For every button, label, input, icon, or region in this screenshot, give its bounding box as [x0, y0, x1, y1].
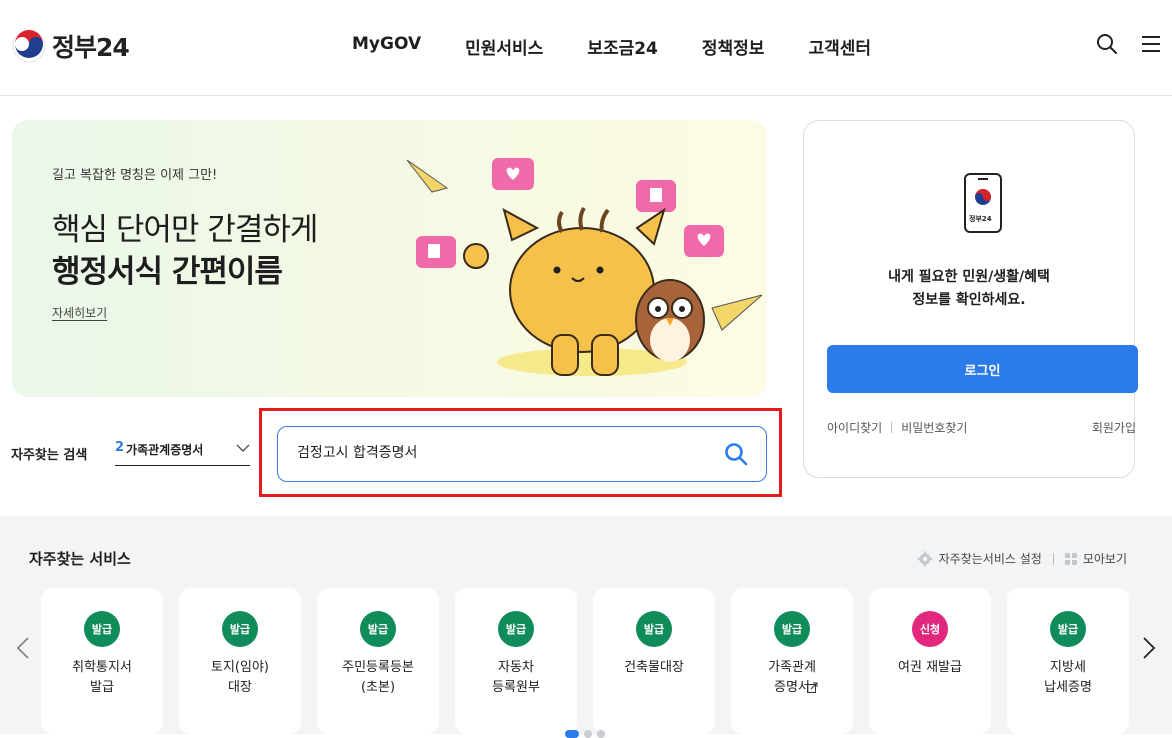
page-dot-active[interactable] — [565, 730, 579, 738]
service-card-vehicle-register[interactable]: 발급 자동차 등록원부 — [455, 588, 577, 734]
issue-badge: 발급 — [636, 611, 672, 647]
login-button[interactable]: 로그인 — [827, 345, 1138, 393]
external-link-icon — [807, 682, 818, 693]
frequent-search-term: 가족관계증명서 — [126, 443, 204, 457]
chevron-down-icon — [236, 444, 250, 452]
service-settings-button[interactable]: 자주찾는서비스 설정 — [917, 550, 1042, 567]
nav-subsidy24[interactable]: 보조금24 — [587, 34, 658, 59]
settings-label: 자주찾는서비스 설정 — [938, 552, 1042, 566]
service-card-resident-registration[interactable]: 발급 주민등록등본 (초본) — [317, 588, 439, 734]
divider — [1052, 552, 1054, 565]
rank-number: 2 — [115, 440, 125, 455]
page-dot[interactable] — [584, 730, 592, 738]
service-name: 건축물대장 — [624, 660, 684, 675]
carousel-pagination — [565, 730, 605, 738]
issue-badge: 발급 — [360, 611, 396, 647]
view-all-label: 모아보기 — [1082, 552, 1127, 566]
main-nav: MyGOV 민원서비스 보조금24 정책정보 고객센터 — [330, 34, 893, 59]
service-card-family-certificate[interactable]: 발급 가족관계 증명서 — [731, 588, 853, 734]
frequent-search-dropdown[interactable]: 2 가족관계증명서 — [115, 440, 250, 466]
view-all-button[interactable]: 모아보기 — [1064, 550, 1127, 567]
nav-civil-service[interactable]: 민원서비스 — [465, 34, 543, 59]
service-name: 자동차 등록원부 — [492, 660, 540, 695]
grid-icon — [1064, 552, 1077, 565]
login-message: 내게 필요한 민원/생활/혜택 정보를 확인하세요. — [804, 266, 1134, 312]
frequent-services-section: 자주찾는 서비스 자주찾는서비스 설정 모아보기 발급 취학통지서 발급 발급 … — [0, 516, 1172, 738]
mobile-gov24-icon — [964, 173, 1002, 233]
account-links: 아이디찾기 비밀번호찾기 — [827, 419, 967, 436]
issue-badge: 발급 — [498, 611, 534, 647]
chevron-right-icon[interactable] — [1142, 636, 1156, 660]
banner-headline-1: 핵심 단어만 간결하게 — [52, 212, 318, 248]
issue-badge: 발급 — [222, 611, 258, 647]
banner-headline-2: 행정서식 간편이름 — [52, 254, 283, 290]
service-card-list: 발급 취학통지서 발급 발급 토지(임야) 대장 발급 주민등록등본 (초본) … — [41, 588, 1129, 734]
service-card-land-register[interactable]: 발급 토지(임야) 대장 — [179, 588, 301, 734]
search-input[interactable] — [297, 444, 697, 460]
service-name: 취학통지서 발급 — [72, 660, 132, 695]
login-message-line1: 내게 필요한 민원/생활/혜택 — [888, 269, 1050, 285]
service-card-local-tax-certificate[interactable]: 발급 지방세 납세증명 — [1007, 588, 1129, 734]
search-icon[interactable] — [1096, 33, 1118, 55]
site-logo[interactable]: 정부24 — [12, 28, 130, 64]
login-card: 정부24 내게 필요한 민원/생활/혜택 정보를 확인하세요. 로그인 아이디찾… — [803, 120, 1138, 478]
logo-text: 정부24 — [52, 33, 130, 62]
section-title: 자주찾는 서비스 — [29, 550, 131, 568]
service-name: 지방세 납세증명 — [1044, 660, 1092, 695]
frequent-search-label: 자주찾는 검색 — [11, 448, 88, 463]
gear-icon — [917, 551, 933, 566]
chevron-left-icon[interactable] — [16, 636, 30, 660]
taegeuk-logo-icon — [12, 29, 46, 63]
nav-mygov[interactable]: MyGOV — [352, 34, 421, 59]
page-dot[interactable] — [597, 730, 605, 738]
service-card-passport-reissue[interactable]: 신청 여권 재발급 — [869, 588, 991, 734]
mascot-illustration — [406, 158, 763, 376]
apply-badge: 신청 — [912, 611, 948, 647]
service-name: 가족관계 증명서 — [768, 660, 816, 695]
service-name: 주민등록등본 (초본) — [342, 660, 414, 695]
service-card-building-register[interactable]: 발급 건축물대장 — [593, 588, 715, 734]
issue-badge: 발급 — [774, 611, 810, 647]
nav-customer-center[interactable]: 고객센터 — [808, 34, 871, 59]
promo-banner[interactable]: 길고 복잡한 명칭은 이제 그만! 핵심 단어만 간결하게 행정서식 간편이름 … — [12, 120, 767, 397]
search-field[interactable] — [277, 426, 767, 482]
issue-badge: 발급 — [1050, 611, 1086, 647]
service-tools: 자주찾는서비스 설정 모아보기 — [917, 550, 1127, 567]
banner-subtitle: 길고 복잡한 명칭은 이제 그만! — [52, 168, 218, 183]
banner-more-link[interactable]: 자세히보기 — [52, 304, 107, 321]
find-id-link[interactable]: 아이디찾기 — [827, 419, 882, 436]
search-icon[interactable] — [724, 442, 748, 466]
signup-link[interactable]: 회원가입 — [1092, 419, 1136, 436]
service-name: 여권 재발급 — [898, 660, 962, 675]
header: 정부24 MyGOV 민원서비스 보조금24 정책정보 고객센터 — [0, 0, 1172, 96]
service-card-school-notice[interactable]: 발급 취학통지서 발급 — [41, 588, 163, 734]
login-message-line2: 정보를 확인하세요. — [912, 292, 1026, 308]
menu-icon[interactable] — [1140, 33, 1162, 55]
device-label: 정부24 — [969, 215, 992, 223]
divider — [891, 422, 893, 433]
issue-badge: 발급 — [84, 611, 120, 647]
find-password-link[interactable]: 비밀번호찾기 — [901, 419, 967, 436]
service-name: 토지(임야) 대장 — [211, 660, 269, 695]
nav-policy-info[interactable]: 정책정보 — [702, 34, 765, 59]
